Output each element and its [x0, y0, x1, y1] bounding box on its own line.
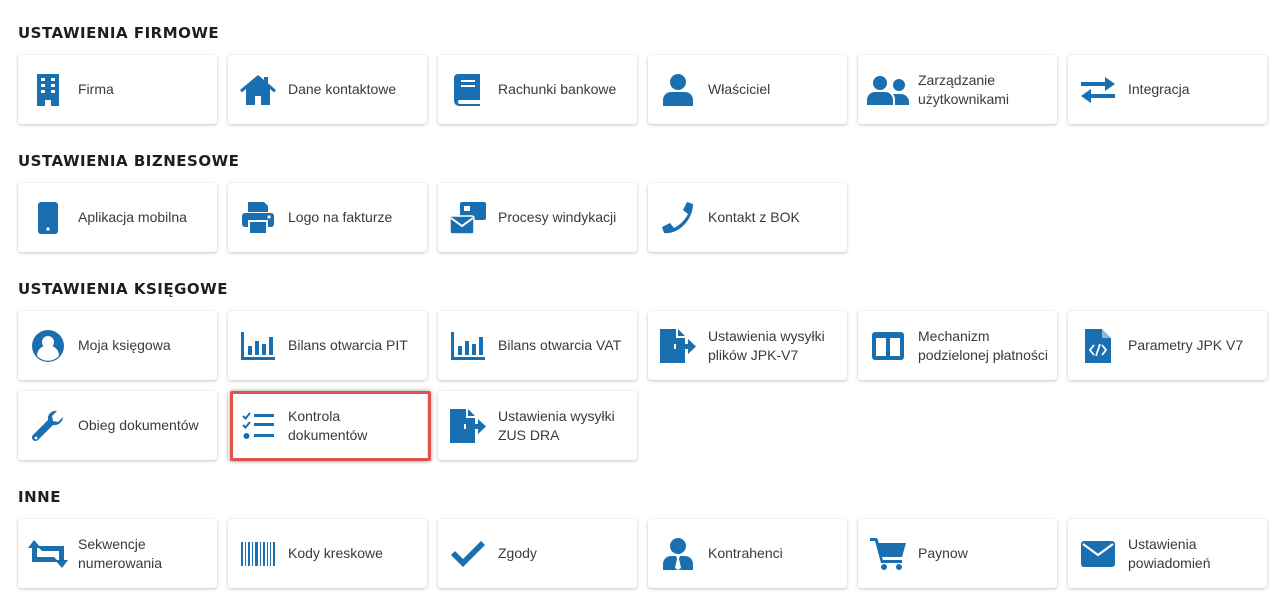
card-label: Aplikacja mobilna: [78, 209, 187, 225]
card-label: Rachunki bankowe: [498, 81, 617, 97]
section-title-ksiegowe: USTAWIENIA KSIĘGOWE: [18, 280, 228, 298]
file-export-icon: [438, 408, 498, 443]
settings-card-bilans-otwarcia-vat[interactable]: Bilans otwarcia VAT: [438, 311, 637, 380]
settings-card-obieg-dokumentow[interactable]: Obieg dokumentów: [18, 391, 217, 460]
card-label: Właściciel: [708, 81, 771, 97]
settings-card-kontrahenci[interactable]: Kontrahenci: [648, 519, 847, 588]
settings-card-integracja[interactable]: Integracja: [1068, 55, 1267, 124]
bar-chart-icon: [438, 331, 498, 360]
card-label: Parametry JPK V7: [1128, 337, 1244, 353]
card-label: Logo na fakturze: [288, 209, 393, 225]
section-title-firmowe: USTAWIENIA FIRMOWE: [18, 24, 220, 42]
card-label: Dane kontaktowe: [288, 81, 397, 97]
wrench-icon: [18, 410, 78, 442]
envelope-icon: [1068, 540, 1128, 567]
highlight-frame: [230, 391, 431, 461]
settings-card-dane-kontaktowe[interactable]: Dane kontaktowe: [228, 55, 427, 124]
card-label: Sekwencje numerowania: [78, 535, 163, 571]
retweet-icon: [18, 539, 78, 568]
settings-card-bilans-otwarcia-pit[interactable]: Bilans otwarcia PIT: [228, 311, 427, 380]
card-label: Ustawienia powiadomień: [1128, 535, 1211, 571]
section-title-inne: INNE: [18, 488, 61, 506]
card-label: Paynow: [918, 545, 968, 561]
exchange-arrows-icon: [1068, 76, 1128, 103]
settings-card-logo-na-fakturze[interactable]: Logo na fakturze: [228, 183, 427, 252]
building-icon: [18, 73, 78, 106]
file-export-icon: [648, 328, 708, 363]
settings-card-moja-ksiegowa[interactable]: Moja księgowa: [18, 311, 217, 380]
settings-card-sekwencje-numerowania[interactable]: Sekwencje numerowania: [18, 519, 217, 588]
settings-card-firma[interactable]: Firma: [18, 55, 217, 124]
card-label: Integracja: [1128, 81, 1190, 97]
card-label: Obieg dokumentów: [78, 417, 199, 433]
settings-card-wlasciciel[interactable]: Właściciel: [648, 55, 847, 124]
settings-card-mechanizm-podzielonej-platnosci[interactable]: Mechanizm podzielonej płatności: [858, 311, 1057, 380]
card-label: Procesy windykacji: [498, 209, 617, 225]
settings-card-procesy-windykacji[interactable]: Procesy windykacji: [438, 183, 637, 252]
card-label: Moja księgowa: [78, 337, 171, 353]
barcode-icon: [228, 541, 288, 566]
mobile-phone-icon: [18, 201, 78, 234]
shopping-cart-icon: [858, 537, 918, 570]
card-label: Kontakt z BOK: [708, 209, 800, 225]
settings-card-kontakt-z-bok[interactable]: Kontakt z BOK: [648, 183, 847, 252]
columns-icon: [858, 331, 918, 360]
users-icon: [858, 75, 918, 105]
settings-card-paynow[interactable]: Paynow: [858, 519, 1057, 588]
card-label: Ustawienia wysyłki plików JPK-V7: [708, 327, 825, 363]
printer-icon: [228, 201, 288, 234]
user-icon: [648, 73, 708, 106]
settings-card-kody-kreskowe[interactable]: Kody kreskowe: [228, 519, 427, 588]
card-label: Ustawienia wysyłki ZUS DRA: [498, 407, 615, 443]
settings-card-zgody[interactable]: Zgody: [438, 519, 637, 588]
settings-card-ustawienia-wysylki-zus-dra[interactable]: Ustawienia wysyłki ZUS DRA: [438, 391, 637, 460]
phone-icon: [648, 201, 708, 234]
settings-card-ustawienia-wysylki-jpk[interactable]: Ustawienia wysyłki plików JPK-V7: [648, 311, 847, 380]
user-circle-icon: [18, 329, 78, 362]
card-label: Bilans otwarcia VAT: [498, 337, 622, 353]
card-label: Bilans otwarcia PIT: [288, 337, 408, 353]
card-label: Kody kreskowe: [288, 545, 383, 561]
card-label: Zgody: [498, 545, 537, 561]
check-icon: [438, 540, 498, 567]
settings-card-zarzadzanie-uzytkownikami[interactable]: Zarządzanie użytkownikami: [858, 55, 1057, 124]
home-icon: [228, 74, 288, 105]
mail-bulk-icon: [438, 201, 498, 234]
card-label: Mechanizm podzielonej płatności: [918, 327, 1048, 363]
book-icon: [438, 73, 498, 106]
card-label: Zarządzanie użytkownikami: [918, 71, 1010, 107]
section-title-biznesowe: USTAWIENIA BIZNESOWE: [18, 152, 240, 170]
bar-chart-icon: [228, 331, 288, 360]
settings-card-parametry-jpk-v7[interactable]: Parametry JPK V7: [1068, 311, 1267, 380]
file-code-icon: [1068, 328, 1128, 363]
settings-card-rachunki-bankowe[interactable]: Rachunki bankowe: [438, 55, 637, 124]
settings-card-aplikacja-mobilna[interactable]: Aplikacja mobilna: [18, 183, 217, 252]
card-label: Kontrahenci: [708, 545, 783, 561]
card-label: Firma: [78, 81, 114, 97]
settings-card-ustawienia-powiadomien[interactable]: Ustawienia powiadomień: [1068, 519, 1267, 588]
user-tie-icon: [648, 537, 708, 570]
